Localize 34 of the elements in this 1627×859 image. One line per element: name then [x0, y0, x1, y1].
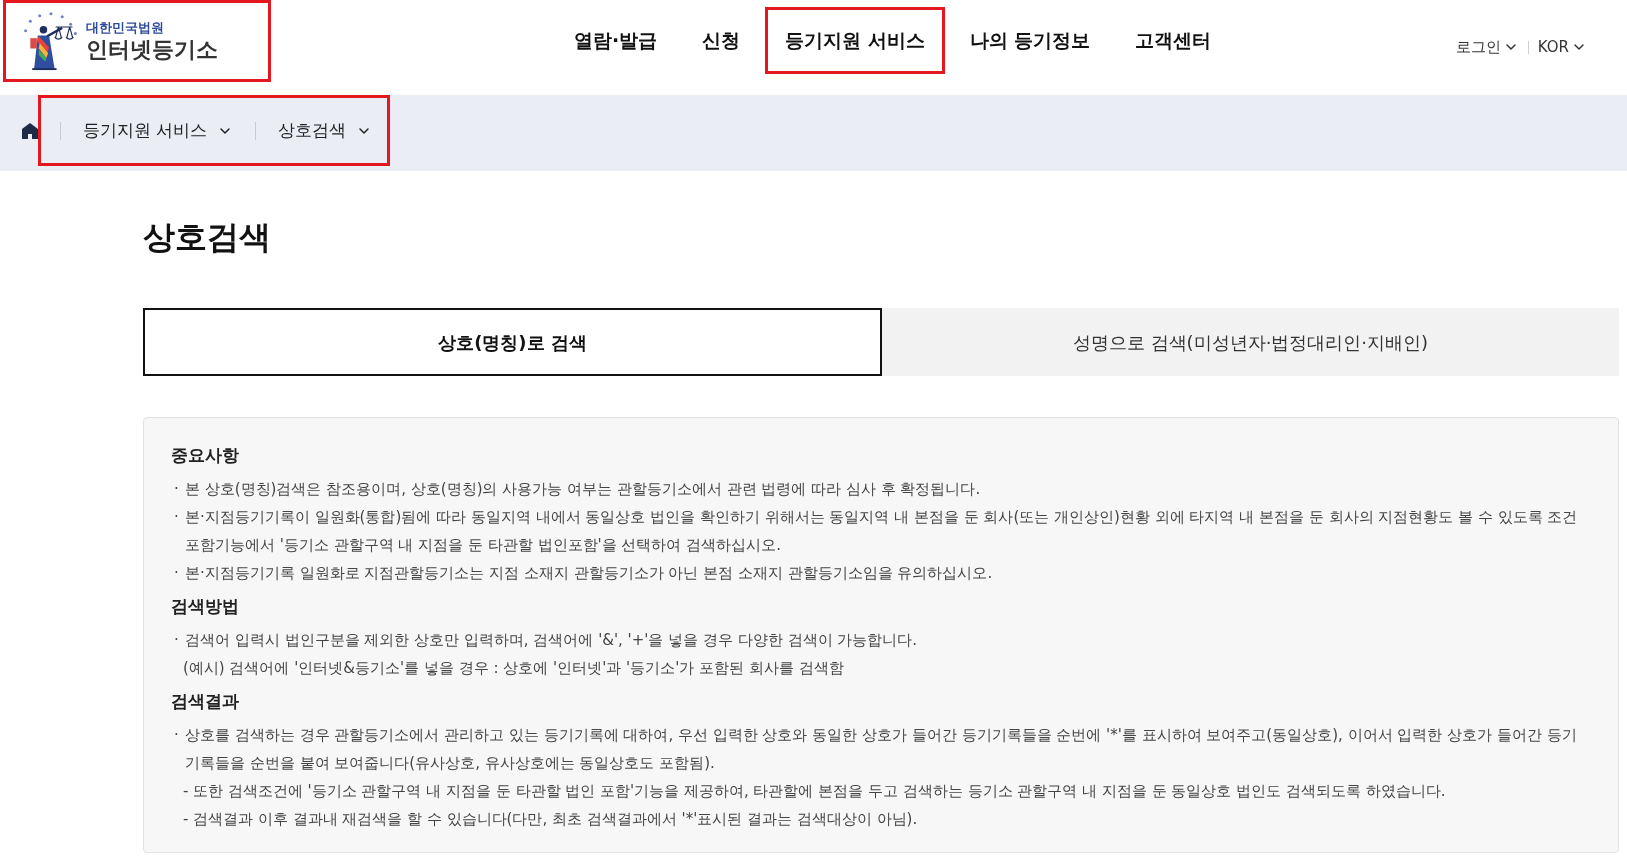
utility-dropdown[interactable]: 로그인 [1455, 36, 1519, 59]
page-title: 상호검색 [143, 217, 271, 258]
notice-text: 또한 검색조건에 '등기소 관할구역 내 지점을 둔 타관할 법인 포함'기능을 제공하여, 타관할에 본점을 두고 검색하는 등기소 관할구역 내 지점을 둔 동일상호 법인도 검색되도록 하였습니다. [193, 781, 1447, 802]
search-tab[interactable]: 상호(명칭)로 검색 [143, 308, 882, 376]
nav-menu-item[interactable]: 나의 등기정보 [949, 7, 1111, 74]
logo-title: 인터넷등기소 [86, 39, 218, 61]
bullet-mark: · [174, 725, 180, 746]
breadcrumb-dropdown[interactable]: 상호검색 [278, 117, 373, 144]
bullet-mark: · [174, 479, 180, 500]
notice-text: 본·지점등기기록 일원화로 지점관할등기소는 지점 소재지 관할등기소가 아닌 본점 소재지 관할등기소임을 유의하십시오. [185, 563, 994, 584]
notice-text: 본 상호(명칭)검색은 참조용이며, 상호(명칭)의 사용가능 여부는 관할등기소에서 관련 법령에 따라 심사 후 확정됩니다. [185, 479, 982, 500]
site-logo[interactable]: 대한민국법원 인터넷등기소 [3, 0, 271, 82]
nav-menu-item[interactable]: 열람·발급 [554, 7, 678, 74]
notice-text: 본·지점등기기록이 일원화(통합)됨에 따라 동일지역 내에서 동일상호 법인을 확인하기 위해서는 동일지역 내 본점을 둔 회사(또는 개인상인)현황 외에 타지역 내 본점을 둔 회사의 지점현황도 볼 수 있도록 조건포함기능에서 '등기소 관할구역 내 지점을 둔 타관할 법인포함'을 선택하여 검색하십시오. [185, 507, 1579, 556]
section-heading: 중요사항 [171, 444, 239, 467]
home-icon[interactable] [21, 122, 39, 140]
dash-mark: - [183, 809, 190, 830]
bullet-mark: · [174, 630, 180, 651]
notice-text: 검색결과 이후 결과내 재검색을 할 수 있습니다(다만, 최초 검색결과에서 '*'표시된 결과는 검색대상이 아님). [193, 809, 919, 830]
breadcrumb-dropdown[interactable]: 등기지원 서비스 [83, 117, 234, 144]
nav-menu-item[interactable]: 등기지원 서비스 [765, 7, 945, 74]
nav-menu-item[interactable]: 고객센터 [1115, 7, 1232, 74]
nav-menu-item[interactable]: 신청 [682, 7, 761, 74]
dash-mark: - [183, 781, 190, 802]
search-tab[interactable]: 성명으로 검색(미성년자·법정대리인·지배인) [882, 308, 1619, 376]
notice-text: 검색어 입력시 법인구분을 제외한 상호만 입력하며, 검색어에 '&', '+'을 넣을 경우 다양한 검색이 가능합니다. [185, 630, 919, 651]
bullet-mark: · [174, 507, 180, 528]
notice-text: 상호를 검색하는 경우 관할등기소에서 관리하고 있는 등기기록에 대하여, 우선 입력한 상호와 동일한 상호가 들어간 등기기록들을 순번에 '*'를 표시하여 보여주고(동일상호), 이어서 입력한 상호가 들어간 등기기록들을 순번을 붙여 보여줍니다(유사상호, 유사상호에는 동일상호도 포함됨). [185, 725, 1578, 774]
logo-subtitle: 대한민국법원 [86, 21, 165, 34]
section-heading: 검색결과 [171, 690, 239, 713]
utility-dropdown[interactable]: KOR [1537, 36, 1587, 59]
example-text: (예시) 검색어에 '인터넷&등기소'를 넣을 경우 : 상호에 '인터넷'과 '등기소'가 포함된 회사를 검색함 [183, 659, 844, 677]
section-heading: 검색방법 [171, 595, 239, 618]
bullet-mark: · [174, 563, 180, 584]
